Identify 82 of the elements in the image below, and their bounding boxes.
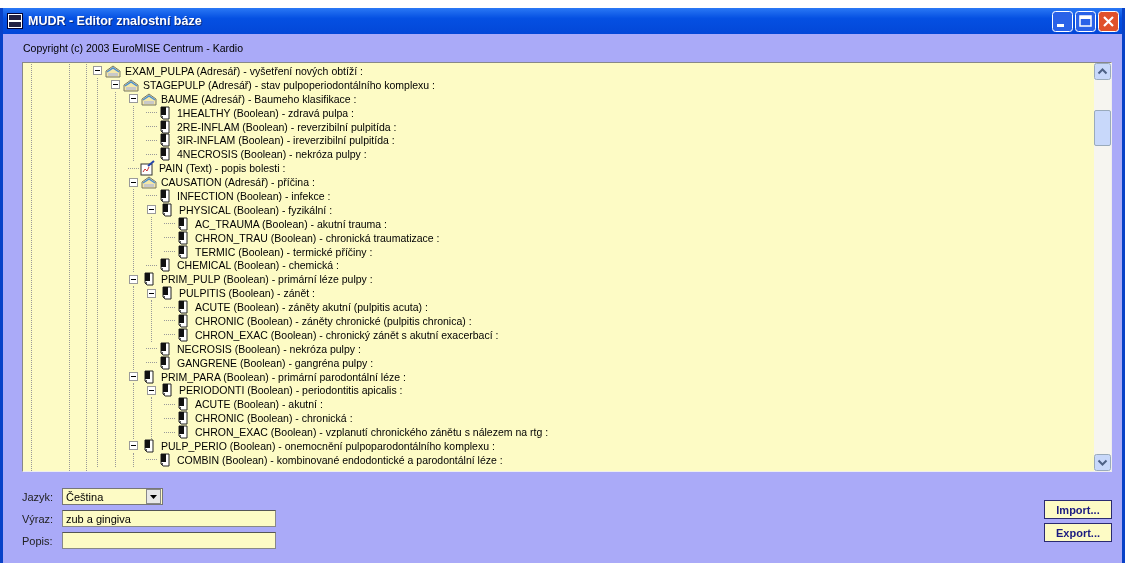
tree-item[interactable]: PULP_PERIO (Boolean) - onemocnění pulpoparodontálního komplexu : bbox=[161, 439, 495, 453]
input-field[interactable] bbox=[62, 532, 276, 549]
document-icon bbox=[175, 243, 191, 260]
document-icon bbox=[175, 410, 191, 427]
document-icon bbox=[141, 368, 157, 385]
action-button[interactable]: Export... bbox=[1044, 523, 1112, 542]
scroll-down-button[interactable] bbox=[1094, 454, 1111, 471]
tree-item[interactable]: PERIODONTI (Boolean) - periodontitis apicalis : bbox=[179, 383, 403, 398]
tree-item[interactable]: PULPITIS (Boolean) - zánět : bbox=[179, 286, 315, 301]
tree-item[interactable]: PRIM_PULP (Boolean) - primární léze pulpy : bbox=[161, 272, 373, 287]
scroll-up-button[interactable] bbox=[1094, 63, 1111, 80]
tree-item[interactable]: CHRON_EXAC (Boolean) - vzplanutí chronického zánětu s nálezem na rtg : bbox=[195, 425, 549, 440]
tree-item[interactable]: ACUTE (Boolean) - záněty akutní (pulpitis acuta) : bbox=[195, 300, 428, 315]
document-icon bbox=[159, 201, 175, 218]
collapse-toggle[interactable] bbox=[129, 94, 138, 104]
scrollbar[interactable] bbox=[1094, 63, 1111, 471]
collapse-toggle[interactable] bbox=[111, 80, 120, 90]
document-icon bbox=[175, 326, 191, 343]
tree-item[interactable]: 3IR-INFLAM (Boolean) - ireverzibilní pulpitída : bbox=[177, 133, 395, 148]
tree-item[interactable]: PAIN (Text) - popis bolesti : bbox=[159, 161, 286, 176]
field-label: Výraz: bbox=[22, 512, 55, 525]
tree-item[interactable]: 1HEALTHY (Boolean) - zdravá pulpa : bbox=[177, 105, 355, 120]
document-icon bbox=[159, 382, 175, 399]
document-icon bbox=[175, 215, 191, 232]
collapse-toggle[interactable] bbox=[129, 177, 138, 187]
language-dropdown[interactable]: Čeština bbox=[62, 488, 163, 505]
document-icon bbox=[157, 146, 173, 163]
folder-icon bbox=[141, 174, 157, 191]
close-button[interactable] bbox=[1098, 10, 1119, 32]
tree-item[interactable]: 4NECROSIS (Boolean) - nekróza pulpy : bbox=[177, 147, 367, 162]
collapse-toggle[interactable] bbox=[129, 274, 138, 284]
document-icon bbox=[175, 424, 191, 441]
document-icon bbox=[157, 451, 173, 468]
collapse-toggle[interactable] bbox=[129, 372, 138, 382]
tree-item[interactable]: CHEMICAL (Boolean) - chemická : bbox=[177, 258, 339, 273]
collapse-toggle[interactable] bbox=[147, 385, 156, 395]
collapse-toggle[interactable] bbox=[129, 441, 138, 451]
tree-item[interactable]: ACUTE (Boolean) - akutní : bbox=[195, 397, 323, 412]
tree-item[interactable]: 2RE-INFLAM (Boolean) - reverzibilní pulpitída : bbox=[177, 119, 397, 134]
tree-item[interactable]: NECROSIS (Boolean) - nekróza pulpy : bbox=[177, 341, 361, 356]
tree-item[interactable]: INFECTION (Boolean) - infekce : bbox=[177, 188, 331, 203]
tree-item[interactable]: COMBIN (Boolean) - kombinované endodontické a parodontální léze : bbox=[177, 452, 503, 467]
scroll-thumb[interactable] bbox=[1094, 110, 1111, 146]
maximize-button[interactable] bbox=[1075, 10, 1096, 32]
document-icon bbox=[175, 396, 191, 413]
document-icon bbox=[157, 340, 173, 357]
folder-icon bbox=[105, 63, 121, 79]
tree-item[interactable]: TERMIC (Boolean) - termické příčiny : bbox=[195, 244, 373, 259]
field-label: Jazyk: bbox=[22, 490, 55, 503]
action-button[interactable]: Import... bbox=[1044, 500, 1112, 519]
collapse-toggle[interactable] bbox=[93, 66, 102, 76]
tree-item[interactable]: BAUME (Adresář) - Baumeho klasifikace : bbox=[161, 91, 357, 106]
document-icon bbox=[141, 438, 157, 454]
document-icon bbox=[157, 187, 173, 204]
field-label: Popis: bbox=[22, 534, 54, 547]
document-icon bbox=[157, 257, 173, 274]
app-icon bbox=[7, 13, 23, 29]
document-icon bbox=[175, 313, 191, 329]
tree-item[interactable]: CHRON_TRAU (Boolean) - chronická traumatizace : bbox=[195, 230, 440, 245]
tree-item[interactable]: STAGEPULP (Adresář) - stav pulpoperiodontálního komplexu : bbox=[143, 77, 435, 92]
tree-item[interactable]: CHRONIC (Boolean) - chronická : bbox=[195, 411, 353, 426]
collapse-toggle[interactable] bbox=[147, 205, 156, 215]
tree-item[interactable]: CHRONIC (Boolean) - záněty chronické (pulpitis chronica) : bbox=[195, 314, 472, 328]
tree-item[interactable]: AC_TRAUMA (Boolean) - akutní trauma : bbox=[195, 216, 387, 231]
input-field[interactable]: zub a gingiva bbox=[62, 510, 276, 527]
copyright-text: Copyright (c) 2003 EuroMISE Centrum - Kardio bbox=[23, 41, 244, 56]
document-icon bbox=[175, 299, 191, 316]
window-title: MUDR - Editor znalostní báze bbox=[28, 14, 203, 28]
tree-item[interactable]: CAUSATION (Adresář) - příčina : bbox=[161, 175, 315, 190]
document-icon bbox=[159, 285, 175, 302]
document-icon bbox=[175, 229, 191, 246]
tree-item[interactable]: PRIM_PARA (Boolean) - primární parodontální léze : bbox=[161, 369, 406, 384]
minimize-button[interactable] bbox=[1052, 10, 1073, 32]
tree-item[interactable]: CHRON_EXAC (Boolean) - chronický zánět s akutní exacerbací : bbox=[195, 327, 499, 342]
document-icon bbox=[157, 118, 173, 135]
tree-item[interactable]: EXAM_PULPA (Adresář) - vyšetření nových obtíží : bbox=[125, 63, 363, 78]
collapse-toggle[interactable] bbox=[147, 288, 156, 298]
edit-document-icon bbox=[139, 160, 155, 177]
document-icon bbox=[141, 271, 157, 288]
tree-item[interactable]: GANGRENE (Boolean) - gangréna pulpy : bbox=[177, 355, 374, 370]
document-icon bbox=[157, 354, 173, 371]
tree-item[interactable]: PHYSICAL (Boolean) - fyzikální : bbox=[179, 202, 333, 217]
